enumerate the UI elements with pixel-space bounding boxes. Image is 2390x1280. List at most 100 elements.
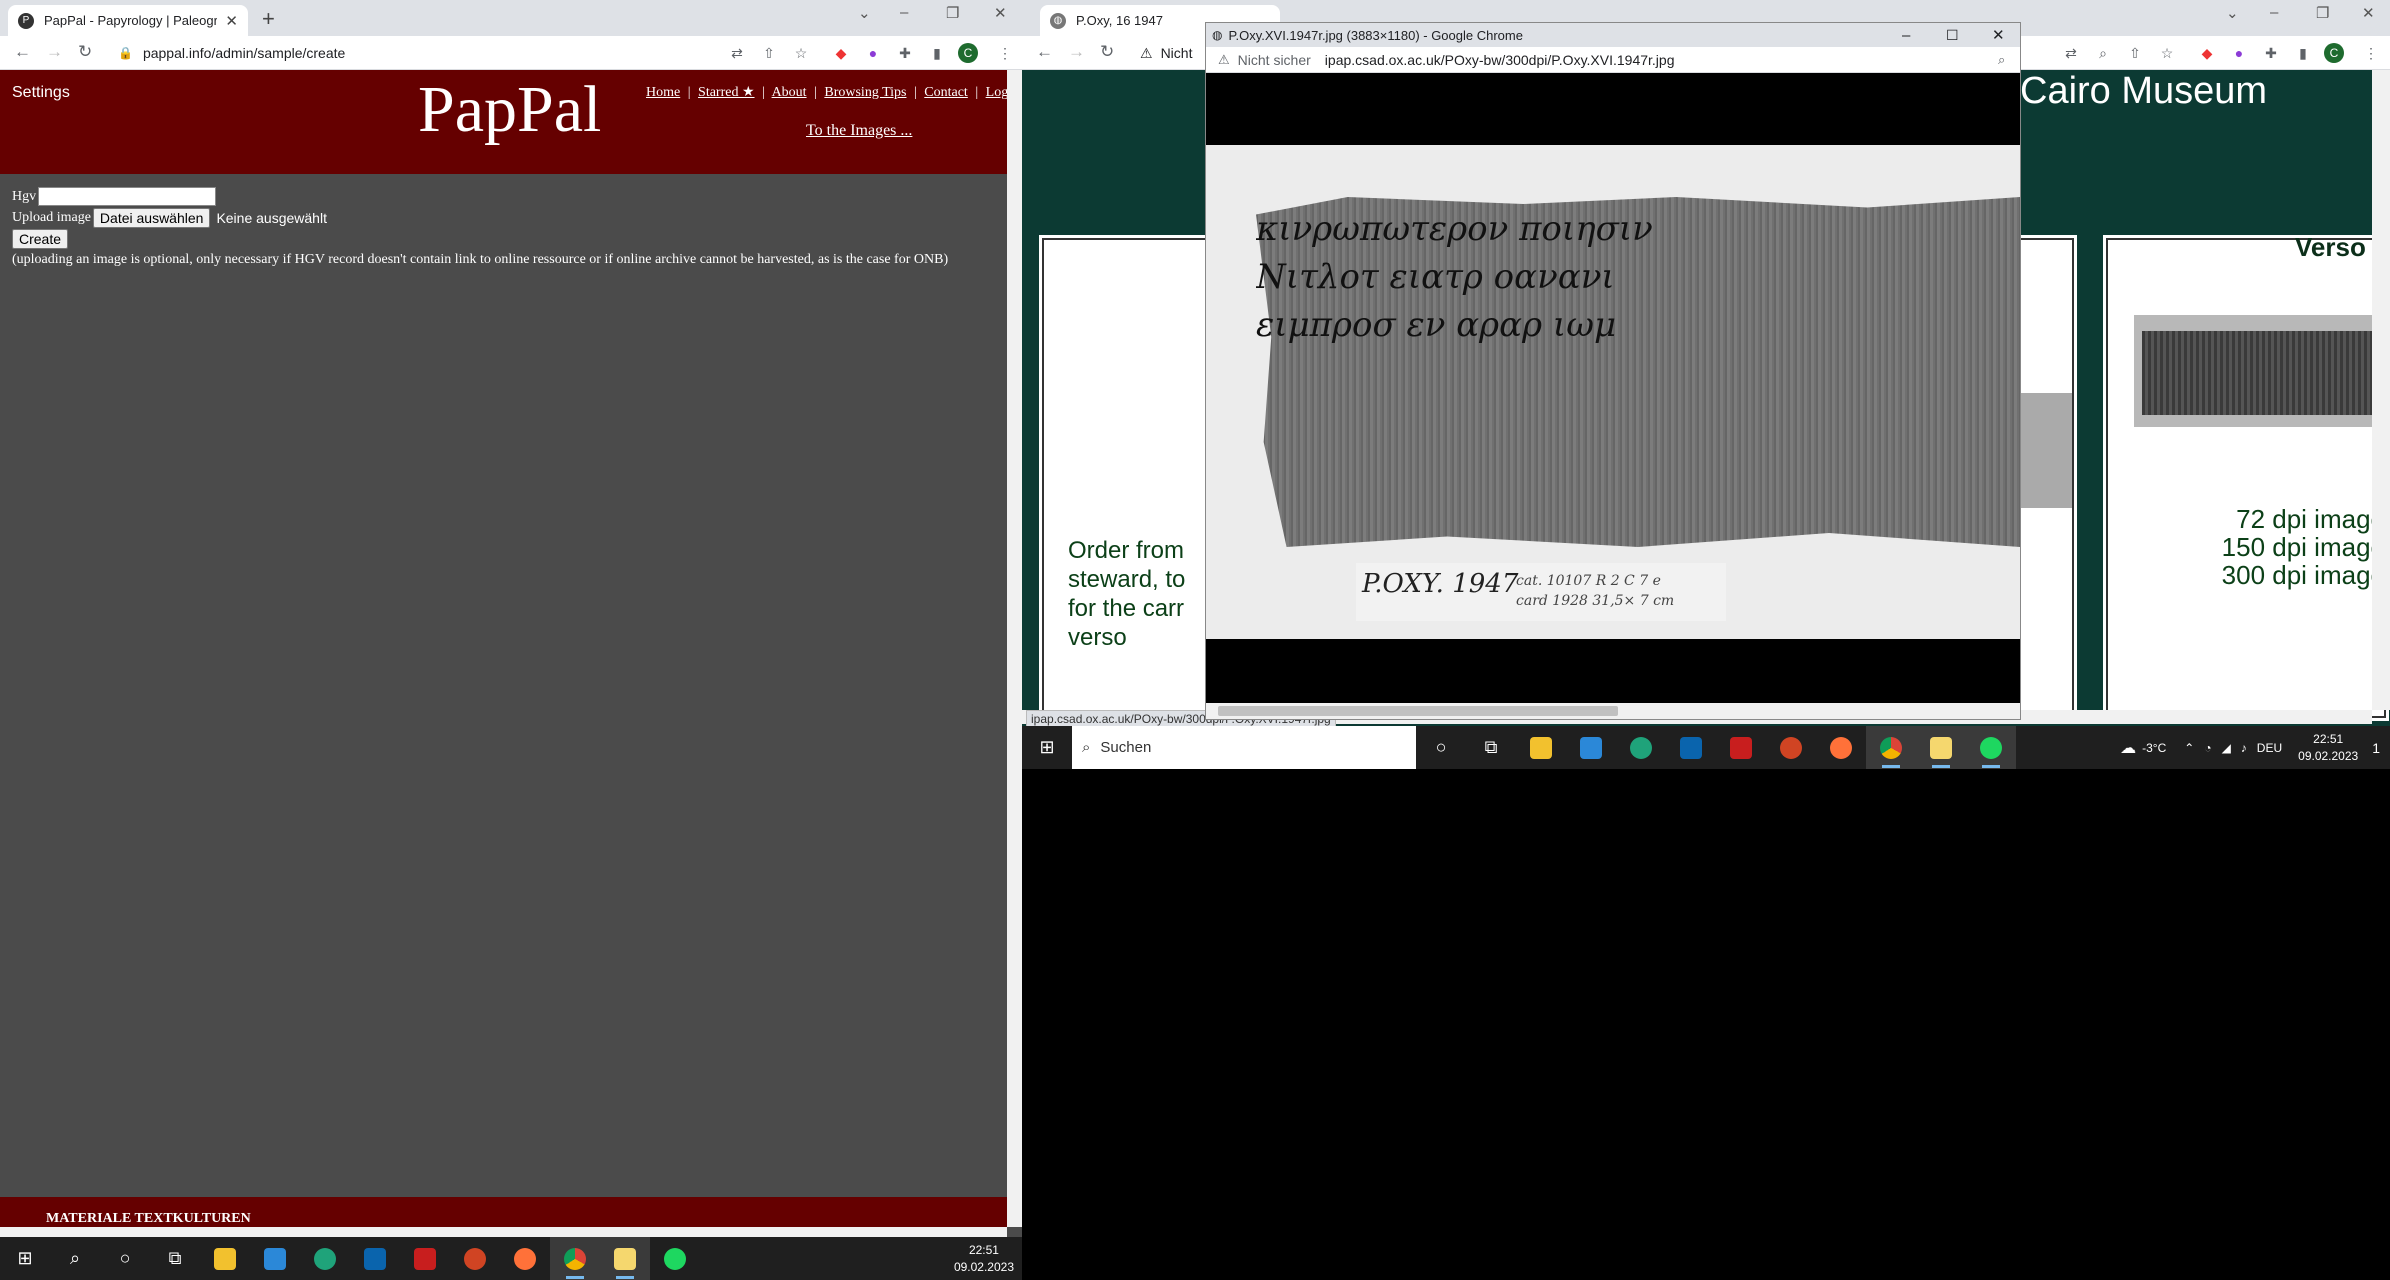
left-clock[interactable]: 22:51 09.02.2023: [946, 1242, 1022, 1276]
back-icon[interactable]: ←: [1036, 42, 1053, 62]
restore-icon[interactable]: ❐: [2316, 4, 2329, 22]
left-address-bar[interactable]: 🔒 pappal.info/admin/sample/create: [118, 41, 718, 65]
bookmark-star-icon[interactable]: ☆: [792, 44, 810, 62]
notepad-icon[interactable]: [600, 1237, 650, 1280]
new-tab-icon[interactable]: +: [262, 6, 275, 32]
close-window-icon[interactable]: ✕: [2362, 4, 2375, 22]
zoom-icon[interactable]: ⌕: [1998, 52, 2005, 68]
profile-avatar[interactable]: C: [2324, 43, 2344, 63]
firefox-icon[interactable]: [1816, 726, 1866, 769]
choose-file-button[interactable]: Datei auswählen: [92, 207, 211, 228]
chrome-icon[interactable]: [1866, 726, 1916, 769]
nav-browsing-tips[interactable]: Browsing Tips: [824, 85, 906, 100]
popup-address-bar[interactable]: ⚠ Nicht sicher ipap.csad.ox.ac.uk/POxy-b…: [1206, 47, 2020, 73]
acrobat-icon[interactable]: [400, 1237, 450, 1280]
close-window-icon[interactable]: ✕: [1992, 26, 2005, 44]
firefox-icon[interactable]: [500, 1237, 550, 1280]
extension-ublock-icon[interactable]: ●: [2230, 44, 2248, 62]
taskbar-search-box[interactable]: ⌕ Suchen: [1072, 726, 1416, 769]
popup-scroll-thumb[interactable]: [1218, 706, 1618, 716]
settings-link[interactable]: Settings: [12, 84, 70, 102]
edge-icon[interactable]: [300, 1237, 350, 1280]
file-explorer-icon[interactable]: [200, 1237, 250, 1280]
extensions-puzzle-icon[interactable]: ✚: [896, 44, 914, 62]
nav-about[interactable]: About: [772, 85, 807, 100]
left-tab-pappal[interactable]: P PapPal - Papyrology | Paleograph ✕: [8, 5, 248, 36]
cortana-icon[interactable]: ○: [1416, 726, 1466, 769]
chevron-up-icon[interactable]: ⌃: [2184, 741, 2194, 755]
mail-icon[interactable]: [350, 1237, 400, 1280]
maximize-icon[interactable]: ☐: [1946, 27, 1959, 44]
extensions-puzzle-icon[interactable]: ✚: [2262, 44, 2280, 62]
nav-contact[interactable]: Contact: [924, 85, 968, 100]
file-explorer-icon[interactable]: [1516, 726, 1566, 769]
menu-kebab-icon[interactable]: ⋮: [996, 44, 1014, 62]
reload-icon[interactable]: ↻: [1100, 42, 1114, 62]
nav-home[interactable]: Home: [646, 85, 680, 100]
windows-start-icon[interactable]: ⊞: [0, 1237, 50, 1280]
powerpoint-icon[interactable]: [450, 1237, 500, 1280]
store-icon[interactable]: [1566, 726, 1616, 769]
close-window-icon[interactable]: ✕: [994, 4, 1007, 22]
search-icon[interactable]: ⌕: [50, 1237, 100, 1280]
profile-avatar[interactable]: C: [958, 43, 978, 63]
popup-horizontal-scrollbar[interactable]: [1206, 703, 2020, 719]
task-view-icon[interactable]: ⧉: [1466, 726, 1516, 769]
create-button[interactable]: Create: [12, 228, 69, 249]
powerpoint-icon[interactable]: [1766, 726, 1816, 769]
right-clock[interactable]: 22:51 09.02.2023: [2290, 731, 2366, 765]
forward-icon[interactable]: →: [46, 42, 63, 62]
spotify-icon[interactable]: [1966, 726, 2016, 769]
sidebar-icon[interactable]: ▮: [2294, 44, 2312, 62]
left-vertical-scrollbar[interactable]: [1007, 70, 1022, 1227]
reload-icon[interactable]: ↻: [78, 42, 92, 62]
chrome-icon[interactable]: [550, 1237, 600, 1280]
windows-start-icon[interactable]: ⊞: [1022, 726, 1072, 769]
extension-acrobat-icon[interactable]: ◆: [832, 44, 850, 62]
notepad-icon[interactable]: [1916, 726, 1966, 769]
network-icon[interactable]: ◔: [2204, 741, 2211, 755]
dpi-150-link[interactable]: 150 dpi image: [2205, 533, 2385, 561]
verso-thumbnail[interactable]: [2134, 315, 2374, 427]
edge-icon[interactable]: [1616, 726, 1666, 769]
back-icon[interactable]: ←: [14, 42, 31, 62]
tab-search-icon[interactable]: ⌄: [2226, 4, 2239, 22]
cortana-icon[interactable]: ○: [100, 1237, 150, 1280]
store-icon[interactable]: [250, 1237, 300, 1280]
to-the-images-link[interactable]: To the Images ...: [806, 122, 912, 140]
dpi-72-link[interactable]: 72 dpi image: [2205, 505, 2385, 533]
mail-icon[interactable]: [1666, 726, 1716, 769]
language-indicator[interactable]: DEU: [2257, 741, 2282, 755]
tab-search-icon[interactable]: ⌄: [858, 4, 871, 22]
translate-icon[interactable]: ⇄: [728, 44, 746, 62]
extension-ublock-icon[interactable]: ●: [864, 44, 882, 62]
wifi-icon[interactable]: ◢: [2222, 741, 2231, 755]
share-icon[interactable]: ⇧: [760, 44, 778, 62]
share-icon[interactable]: ⇧: [2126, 44, 2144, 62]
nav-starred[interactable]: Starred ★: [698, 85, 754, 100]
translate-icon[interactable]: ⇄: [2062, 44, 2080, 62]
papyrus-image[interactable]: κινρωπωτερον ποιησιν Νιτλοτ ειατρ οανανι…: [1206, 145, 2020, 639]
minimize-icon[interactable]: –: [1902, 27, 1910, 44]
pappal-logo[interactable]: PapPal: [418, 72, 601, 148]
speaker-icon[interactable]: ♪: [2241, 741, 2247, 755]
minimize-icon[interactable]: –: [2270, 4, 2278, 21]
forward-icon[interactable]: →: [1068, 42, 1085, 62]
menu-kebab-icon[interactable]: ⋮: [2362, 44, 2380, 62]
minimize-icon[interactable]: –: [900, 4, 908, 21]
bookmark-star-icon[interactable]: ☆: [2158, 44, 2176, 62]
notification-badge[interactable]: 1: [2372, 740, 2380, 756]
weather-temp[interactable]: -3°C: [2142, 741, 2166, 755]
zoom-icon[interactable]: ⌕: [2094, 44, 2112, 62]
restore-icon[interactable]: ❐: [946, 4, 959, 22]
right-vertical-scrollbar[interactable]: [2372, 70, 2390, 710]
dpi-300-link[interactable]: 300 dpi image: [2205, 561, 2385, 589]
acrobat-icon[interactable]: [1716, 726, 1766, 769]
task-view-icon[interactable]: ⧉: [150, 1237, 200, 1280]
hgv-input[interactable]: [38, 187, 217, 206]
close-tab-icon[interactable]: ✕: [225, 12, 238, 30]
extension-acrobat-icon[interactable]: ◆: [2198, 44, 2216, 62]
sidebar-icon[interactable]: ▮: [928, 44, 946, 62]
recto-thumbnail[interactable]: [2020, 393, 2072, 508]
spotify-icon[interactable]: [650, 1237, 700, 1280]
